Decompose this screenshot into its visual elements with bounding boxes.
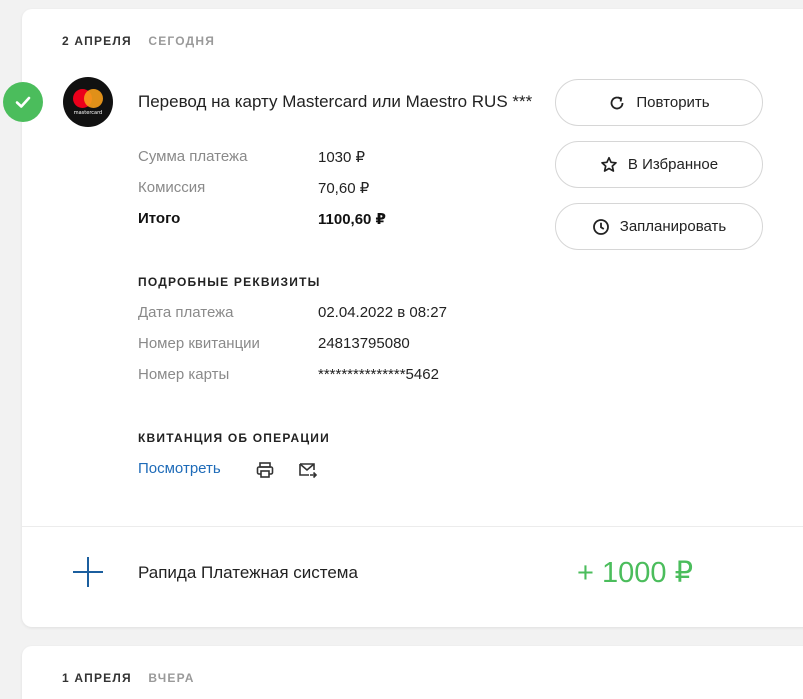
total-label: Итого: [138, 210, 181, 227]
detail-value: 24813795080: [318, 335, 410, 352]
view-receipt-link[interactable]: Посмотреть: [138, 460, 221, 477]
detail-value: 02.04.2022 в 08:27: [318, 304, 447, 321]
favorites-button-label: В Избранное: [627, 156, 719, 173]
mastercard-logo: mastercard: [63, 77, 113, 127]
detail-label: Дата платежа: [138, 304, 234, 321]
date-label: 2 АПРЕЛЯ: [62, 34, 132, 48]
add-to-favorites-button[interactable]: В Избранное: [555, 141, 763, 188]
amount-value: 1030 ₽: [318, 149, 366, 166]
clock-icon: [592, 218, 609, 235]
schedule-button[interactable]: Запланировать: [555, 203, 763, 250]
operations-card-april-1: 1 АПРЕЛЯ ВЧЕРА: [22, 646, 803, 699]
operation2-amount: + 1000 ₽: [577, 557, 694, 589]
operation-title[interactable]: Перевод на карту Mastercard или Maestro …: [138, 92, 556, 112]
schedule-button-label: Запланировать: [619, 218, 727, 235]
total-value: 1100,60 ₽: [318, 211, 386, 228]
operations-divider: [22, 526, 803, 527]
commission-label: Комиссия: [138, 179, 206, 196]
detail-value: ***************5462: [318, 366, 439, 383]
relative-date-label: ВЧЕРА: [148, 671, 195, 685]
date-header: 1 АПРЕЛЯ ВЧЕРА: [62, 671, 195, 685]
relative-date-label: СЕГОДНЯ: [148, 34, 216, 48]
star-icon: [601, 156, 617, 172]
repeat-button[interactable]: Повторить: [555, 79, 763, 126]
details-section-title: ПОДРОБНЫЕ РЕКВИЗИТЫ: [138, 275, 321, 289]
plus-icon: [73, 557, 103, 587]
commission-value: 70,60 ₽: [318, 180, 370, 197]
detail-label: Номер квитанции: [138, 335, 260, 352]
operations-card-april-2: 2 АПРЕЛЯ СЕГОДНЯ mastercard Перевод на к…: [22, 9, 803, 627]
check-icon: [3, 82, 43, 122]
mastercard-logo-text: mastercard: [73, 109, 103, 116]
detail-label: Номер карты: [138, 366, 230, 383]
mail-forward-icon[interactable]: [298, 460, 318, 480]
repeat-button-label: Повторить: [636, 94, 710, 111]
receipt-section-title: КВИТАНЦИЯ ОБ ОПЕРАЦИИ: [138, 431, 330, 445]
operation2-title[interactable]: Рапида Платежная система: [138, 563, 358, 583]
amount-label: Сумма платежа: [138, 148, 248, 165]
print-icon[interactable]: [255, 460, 275, 480]
date-header: 2 АПРЕЛЯ СЕГОДНЯ: [62, 34, 215, 48]
repeat-icon: [611, 96, 624, 109]
date-label: 1 АПРЕЛЯ: [62, 671, 132, 685]
